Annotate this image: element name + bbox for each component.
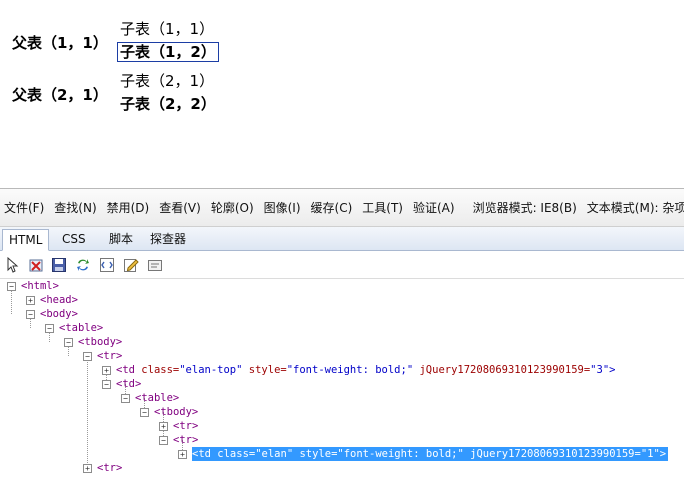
menu-find[interactable]: 查找(N): [54, 199, 96, 216]
selected-node-text: <td class="elan" style="font-weight: bol…: [192, 448, 667, 460]
devtools-menubar: 文件(F) 查找(N) 禁用(D) 查看(V) 轮廓(O) 图像(I) 缓存(C…: [0, 189, 684, 227]
expand-toggle[interactable]: +: [159, 422, 168, 431]
expand-toggle[interactable]: +: [178, 450, 187, 459]
dom-view-icon[interactable]: [147, 257, 163, 273]
select-element-icon[interactable]: [5, 257, 21, 273]
menu-validate[interactable]: 验证(A): [413, 199, 455, 216]
developer-tools-panel: 文件(F) 查找(N) 禁用(D) 查看(V) 轮廓(O) 图像(I) 缓存(C…: [0, 188, 684, 490]
collapse-toggle[interactable]: −: [140, 408, 149, 417]
menu-tools[interactable]: 工具(T): [362, 199, 403, 216]
tag-tr: <tr>: [97, 462, 123, 474]
tree-node-inner-table[interactable]: <table>: [135, 391, 179, 405]
child-cell-2-2: 子表（2，2）: [120, 95, 216, 113]
document-mode-menu[interactable]: 文本模式(M): 杂项: [587, 199, 684, 216]
tree-node-td-elan-selected[interactable]: <td class="elan" style="font-weight: bol…: [192, 447, 669, 461]
menu-outline[interactable]: 轮廓(O): [211, 199, 254, 216]
tree-node-table[interactable]: <table>: [59, 321, 103, 335]
menu-disable[interactable]: 禁用(D): [107, 199, 150, 216]
collapse-toggle[interactable]: −: [121, 394, 130, 403]
tab-profiler[interactable]: 探查器: [144, 229, 192, 251]
word-wrap-icon[interactable]: [99, 257, 115, 273]
dom-tree: − <html> + <head> − <body> − <table> − <…: [0, 279, 684, 491]
clear-icon[interactable]: [28, 257, 44, 273]
collapse-toggle[interactable]: −: [26, 310, 35, 319]
tree-node-inner-tbody[interactable]: <tbody>: [154, 405, 198, 419]
collapse-toggle[interactable]: −: [7, 282, 16, 291]
refresh-icon[interactable]: [75, 257, 91, 273]
attr-jquery-value: "3">: [590, 364, 616, 376]
tree-node-td[interactable]: <td>: [116, 377, 141, 391]
tab-html[interactable]: HTML: [2, 229, 50, 251]
menu-view[interactable]: 查看(V): [159, 199, 201, 216]
parent-cell-2: 父表（2，1）: [12, 86, 108, 104]
tab-script[interactable]: 脚本: [103, 229, 139, 251]
tree-node-head[interactable]: <head>: [40, 293, 78, 307]
tag-tr: <tr>: [173, 420, 199, 432]
collapse-toggle[interactable]: −: [64, 338, 73, 347]
tag-head: <head>: [40, 294, 78, 306]
collapse-toggle[interactable]: −: [83, 352, 92, 361]
tag-td: <td: [116, 364, 135, 376]
tree-node-tr[interactable]: <tr>: [97, 349, 122, 363]
attr-class-value: "elan-top": [179, 364, 243, 376]
devtools-toolbar: [0, 251, 684, 279]
tag-table: <table>: [59, 322, 104, 334]
tag-tr: <tr>: [97, 350, 123, 362]
tag-tr: <tr>: [173, 434, 199, 446]
attr-class: class=: [141, 364, 180, 376]
tree-node-body[interactable]: <body>: [40, 307, 78, 321]
devtools-tabbar: HTML CSS 脚本 探查器: [0, 227, 684, 251]
tag-body: <body>: [40, 308, 78, 320]
tree-node-tr-2[interactable]: <tr>: [97, 461, 122, 475]
attr-jquery: jQuery17208069310123990159=: [419, 364, 591, 376]
menu-images[interactable]: 图像(I): [264, 199, 301, 216]
expand-toggle[interactable]: +: [26, 296, 35, 305]
attr-style: style=: [248, 364, 287, 376]
attr-style-value: "font-weight: bold;": [286, 364, 414, 376]
expand-toggle[interactable]: +: [102, 366, 111, 375]
tree-connector: [87, 356, 88, 467]
edit-icon[interactable]: [123, 257, 139, 273]
tree-node-td-elan-top[interactable]: <td class="elan-top" style="font-weight:…: [116, 363, 615, 377]
menu-file[interactable]: 文件(F): [4, 199, 44, 216]
save-icon[interactable]: [51, 257, 67, 273]
browser-mode-menu[interactable]: 浏览器模式: IE8(B): [473, 199, 577, 216]
tag-table: <table>: [135, 392, 180, 404]
menu-cache[interactable]: 缓存(C): [311, 199, 353, 216]
tag-td: <td>: [116, 378, 142, 390]
collapse-toggle[interactable]: −: [102, 380, 111, 389]
tab-css[interactable]: CSS: [56, 229, 92, 251]
tree-node-inner-tr-2[interactable]: <tr>: [173, 433, 198, 447]
tag-html: <html>: [21, 280, 59, 292]
tree-node-tbody[interactable]: <tbody>: [78, 335, 122, 349]
expand-toggle[interactable]: +: [83, 464, 92, 473]
child-cell-2-1: 子表（2，1）: [120, 72, 215, 90]
tag-tbody: <tbody>: [78, 336, 123, 348]
rendered-page: 父表（1，1） 子表（1，1） 子表（1，2） 父表（2，1） 子表（2，1） …: [0, 0, 684, 188]
parent-cell-1: 父表（1，1）: [12, 34, 108, 52]
tree-node-html[interactable]: <html>: [21, 279, 59, 293]
collapse-toggle[interactable]: −: [159, 436, 168, 445]
child-cell-1-1: 子表（1，1）: [120, 20, 215, 38]
tree-node-inner-tr-1[interactable]: <tr>: [173, 419, 198, 433]
collapse-toggle[interactable]: −: [45, 324, 54, 333]
tag-tbody: <tbody>: [154, 406, 199, 418]
child-cell-1-2-selected[interactable]: 子表（1，2）: [117, 42, 219, 62]
